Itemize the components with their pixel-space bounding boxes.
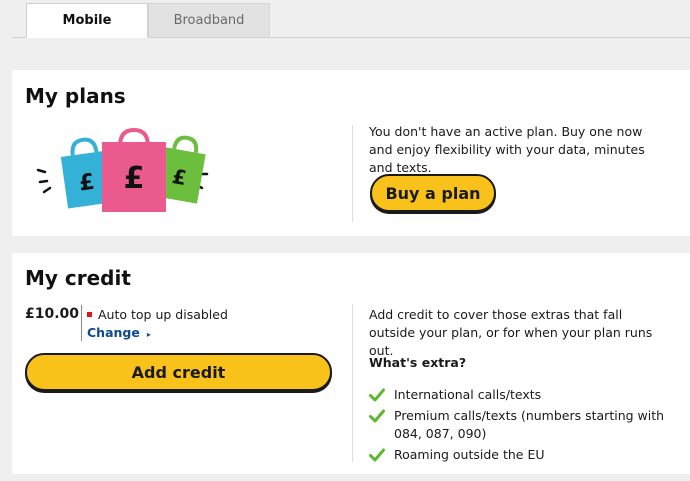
add-credit-button[interactable]: Add credit (25, 353, 332, 391)
change-link[interactable]: Change (87, 325, 140, 340)
check-icon (369, 388, 385, 402)
buy-plan-button[interactable]: Buy a plan (370, 174, 496, 212)
tab-mobile[interactable]: Mobile (26, 3, 148, 38)
tab-bar: Mobile Broadband (0, 0, 690, 38)
extras-item: Premium calls/texts (numbers starting wi… (369, 407, 689, 443)
my-credit-card: My credit £10.00 Auto top up disabled Ch… (12, 253, 690, 474)
svg-text:£: £ (124, 161, 145, 196)
my-plans-card: My plans £ £ £ You don't have an active (12, 70, 690, 236)
topup-status-text: Auto top up disabled (98, 307, 228, 322)
extras-item-text: International calls/texts (394, 387, 542, 402)
tab-broadband[interactable]: Broadband (148, 3, 270, 37)
extras-item-text: Premium calls/texts (numbers starting wi… (394, 408, 665, 441)
extras-item: Roaming outside the EU (369, 446, 689, 464)
extras-item: International calls/texts (369, 386, 689, 404)
check-icon (369, 409, 385, 423)
check-icon (369, 448, 385, 462)
plans-description: You don't have an active plan. Buy one n… (369, 124, 645, 175)
topup-status: Auto top up disabled (87, 306, 228, 323)
my-plans-title: My plans (25, 84, 126, 108)
credit-balance: £10.00 (25, 306, 80, 322)
credit-description: Add credit to cover those extras that fa… (369, 307, 653, 358)
my-credit-title: My credit (25, 266, 131, 290)
balance-divider (81, 305, 82, 341)
extras-heading: What's extra? (369, 355, 467, 370)
shopping-bags-pound-icon: £ £ £ (36, 128, 209, 212)
extras-list: International calls/texts Premium calls/… (369, 386, 689, 467)
change-link-wrapper: Change ▸ (87, 324, 151, 343)
chevron-right-icon: ▸ (146, 330, 151, 339)
plans-divider (352, 125, 353, 222)
credit-divider (352, 304, 353, 462)
extras-item-text: Roaming outside the EU (394, 447, 545, 462)
status-indicator-icon (87, 312, 92, 317)
